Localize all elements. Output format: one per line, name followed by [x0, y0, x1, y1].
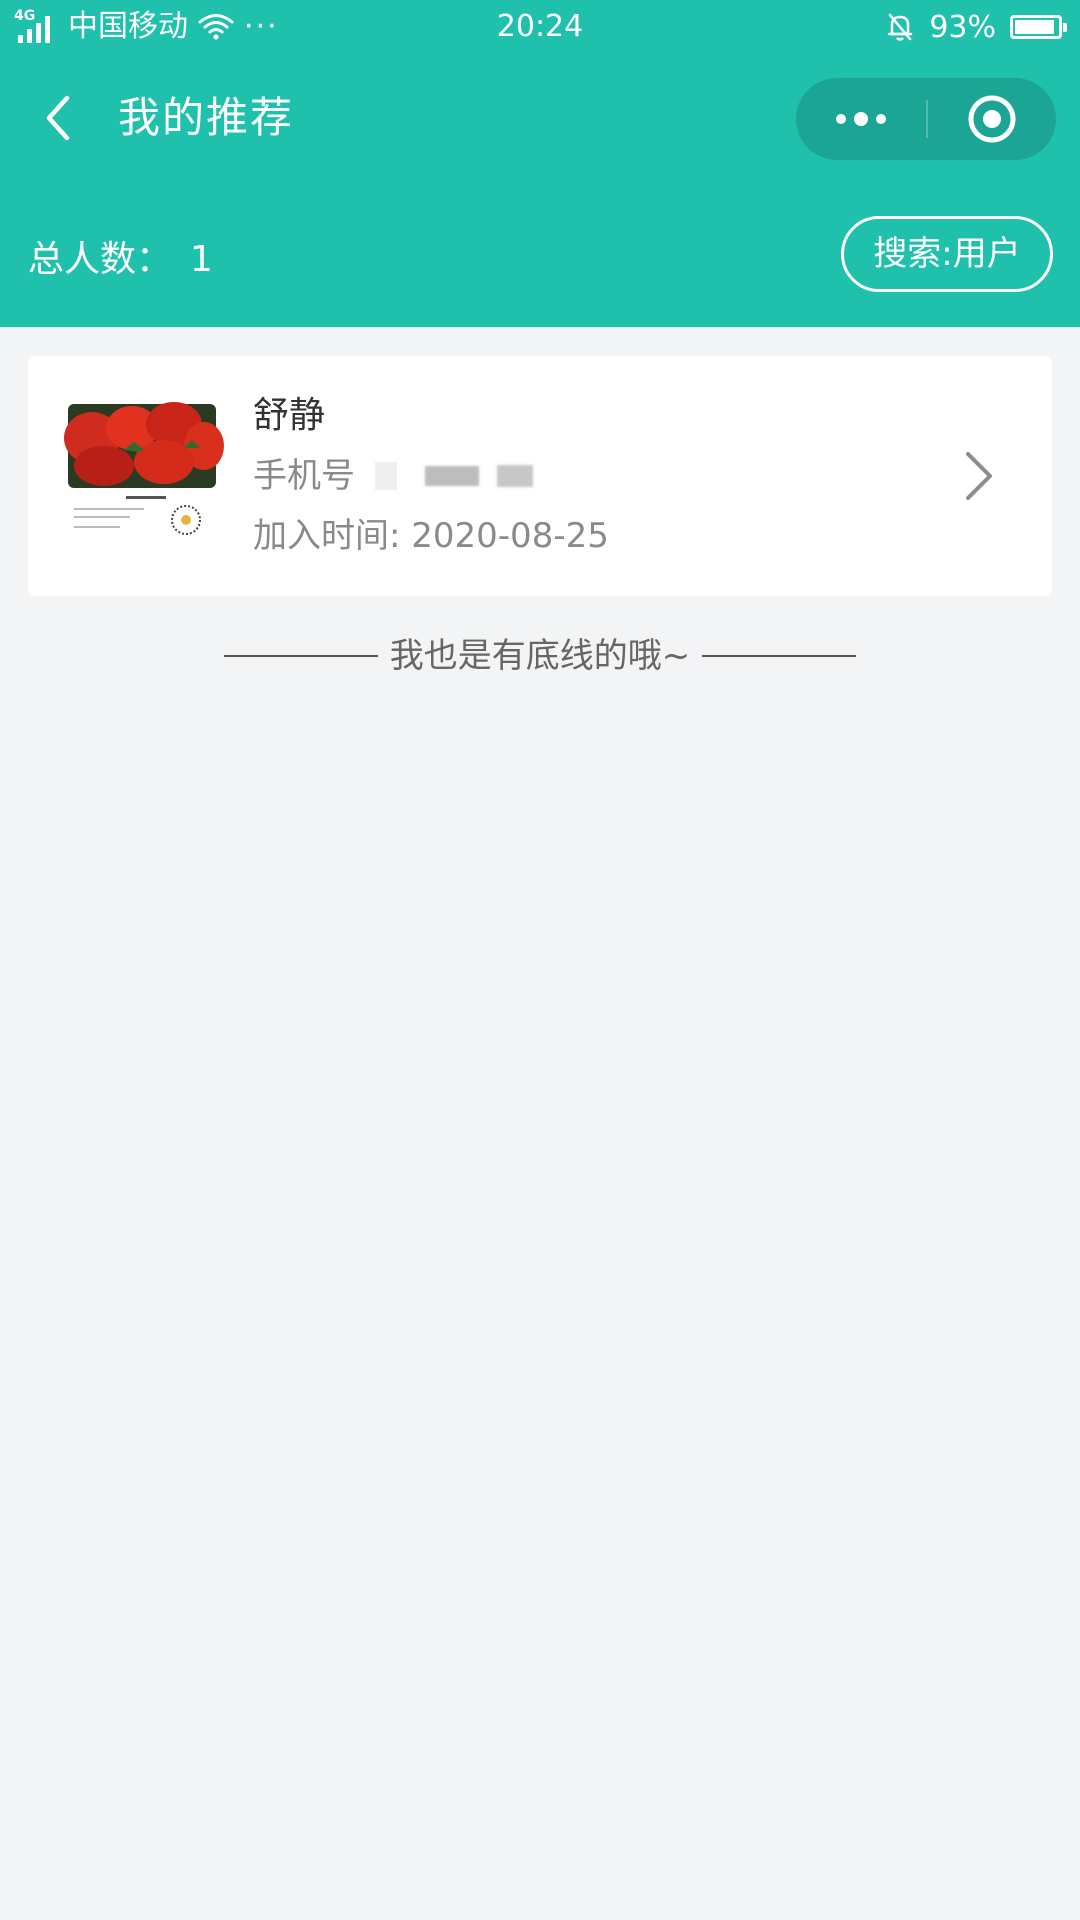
more-dots-icon: [836, 112, 886, 126]
divider-line: [223, 655, 378, 657]
phone-label: 手机号: [253, 456, 355, 496]
battery-fill: [1015, 20, 1054, 34]
close-button[interactable]: [927, 78, 1056, 160]
battery-icon: [1010, 15, 1067, 39]
end-of-list: 我也是有底线的哦~: [0, 632, 1080, 680]
member-join-time: 加入时间: 2020-08-25: [253, 516, 609, 556]
status-bar: 4G 中国移动 ··· 20:24 93%: [0, 0, 1080, 54]
summary-row: 总人数： 1 搜索:用户: [0, 210, 1080, 300]
phone-redacted: [375, 462, 397, 490]
member-name: 舒静: [253, 395, 326, 436]
more-button[interactable]: [796, 78, 926, 160]
mini-program-capsule: [796, 78, 1056, 160]
target-icon: [968, 95, 1015, 143]
member-phone: 手机号: [253, 452, 533, 500]
total-label: 总人数：: [28, 239, 173, 280]
avatar: [64, 400, 224, 538]
battery-percent: 93%: [929, 9, 996, 45]
chevron-left-icon: [46, 95, 70, 141]
back-button[interactable]: [28, 88, 88, 148]
header: 4G 中国移动 ··· 20:24 93% 我的推荐 总人数： 1 搜索:用户: [0, 0, 1080, 327]
end-of-list-text: 我也是有底线的哦~: [389, 636, 691, 676]
page-title: 我的推荐: [118, 93, 295, 142]
chevron-right-icon: [966, 452, 992, 500]
total-value: 1: [190, 239, 213, 280]
phone-redacted: [425, 466, 479, 486]
divider-line: [702, 655, 857, 657]
search-user-button[interactable]: 搜索:用户: [841, 216, 1053, 292]
total-count: 总人数： 1: [28, 236, 213, 284]
member-card[interactable]: 舒静 手机号 加入时间: 2020-08-25: [28, 356, 1052, 596]
status-right: 93%: [885, 6, 1067, 48]
phone-redacted: [497, 465, 533, 487]
bell-off-icon: [888, 13, 913, 41]
navigation-bar: 我的推荐: [0, 54, 1080, 180]
